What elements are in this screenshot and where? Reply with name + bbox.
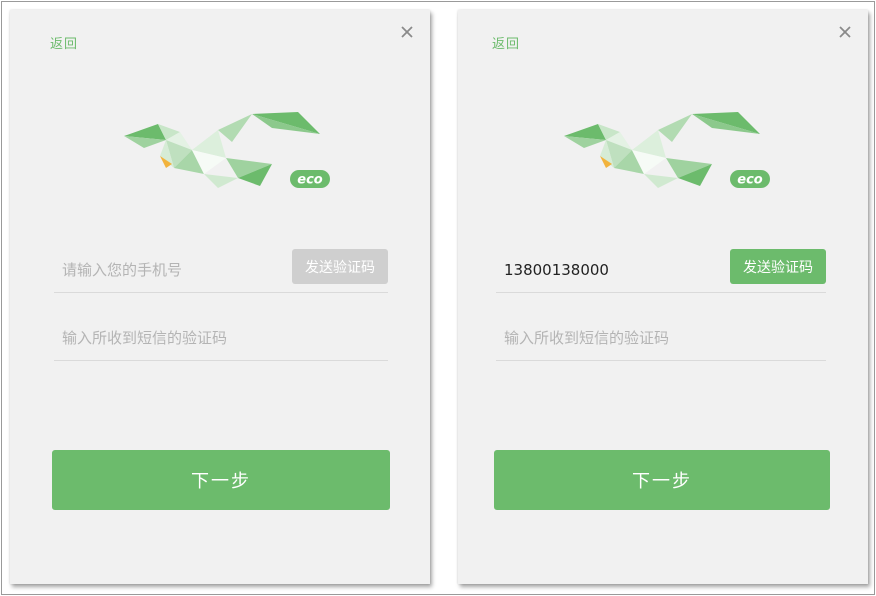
back-link[interactable]: 返回 — [492, 33, 520, 52]
sms-code-input[interactable] — [62, 324, 362, 352]
phone-row: 发送验证码 — [54, 249, 388, 293]
send-code-button-disabled[interactable]: 发送验证码 — [292, 249, 388, 284]
send-code-button-enabled[interactable]: 发送验证码 — [730, 249, 826, 284]
close-icon[interactable] — [836, 23, 854, 41]
verify-dialog-filled: 返回 eco 13800138000 发送验证码 输入所收到短信的验证码 下一步 — [458, 10, 868, 584]
brand-badge-text: eco — [737, 173, 763, 188]
verify-dialog-empty: 返回 eco 请输入您的手机号 发送验证码 输入所收到短信的验证码 下一步 — [10, 10, 430, 584]
code-row — [54, 318, 388, 361]
phone-row: 发送验证码 — [496, 249, 826, 293]
bird-logo-icon: eco — [564, 112, 770, 188]
close-icon[interactable] — [398, 23, 416, 41]
sms-code-input[interactable] — [504, 324, 804, 352]
back-link[interactable]: 返回 — [50, 33, 78, 52]
next-step-button[interactable]: 下一步 — [494, 450, 830, 510]
phone-input[interactable] — [62, 256, 282, 284]
bird-logo-icon: eco — [124, 112, 330, 188]
next-step-button[interactable]: 下一步 — [52, 450, 390, 510]
screenshot-frame: 返回 eco 请输入您的手机号 发送验证码 输入所收到短信的验证码 下一步 返回… — [1, 1, 875, 595]
code-row — [496, 318, 826, 361]
phone-input[interactable] — [504, 256, 724, 284]
brand-badge-text: eco — [297, 173, 323, 188]
